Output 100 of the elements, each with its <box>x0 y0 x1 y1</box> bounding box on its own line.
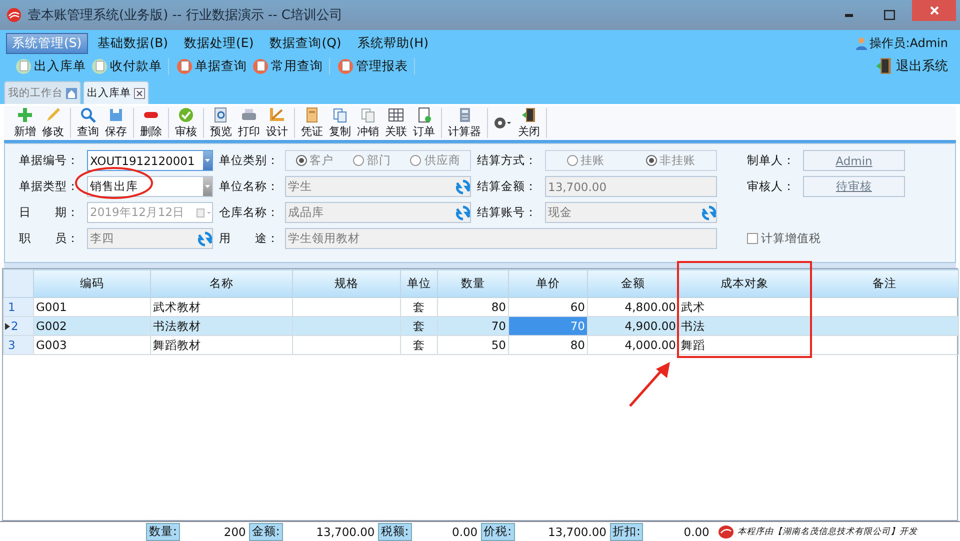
field-label: 单据编号： <box>19 152 80 169</box>
lookup-field[interactable]: 现金 <box>545 202 717 223</box>
field-label: 仓库名称： <box>219 204 279 221</box>
toolbar-button[interactable]: 保存 <box>105 107 127 139</box>
refresh-icon[interactable] <box>198 230 212 246</box>
toolbar-button[interactable]: 关联 <box>385 107 407 139</box>
column-header[interactable]: 数量 <box>438 270 508 298</box>
total-value: 200 <box>222 524 247 538</box>
row-number: 2 <box>4 316 34 336</box>
app-logo-icon <box>6 7 22 23</box>
field-label: 结算金额： <box>477 178 538 195</box>
toolbar-button[interactable]: 冲销 <box>357 107 379 139</box>
field-label: 单据类型： <box>19 178 80 195</box>
toolbar-button[interactable]: 打印 <box>238 107 260 139</box>
total-label: 税额: <box>378 522 412 540</box>
door-icon <box>875 57 893 75</box>
annotation-arrow <box>628 360 672 408</box>
calendar-icon <box>196 208 212 218</box>
exit-button[interactable]: 退出系统 <box>869 56 954 76</box>
refresh-icon[interactable] <box>456 204 470 220</box>
field-label: 结算方式： <box>477 152 538 169</box>
field-label: 单位类别： <box>219 152 279 169</box>
total-label: 价税: <box>480 522 514 540</box>
printer-icon <box>241 107 257 123</box>
field-label: 日 期： <box>19 204 80 221</box>
dropdown-field[interactable]: XOUT1912120001 <box>87 150 213 171</box>
toolbar-button[interactable]: 关闭 <box>518 107 540 139</box>
caret-icon <box>205 159 210 162</box>
toolbar-button[interactable]: 预览 <box>210 107 232 139</box>
total-value: 0.00 <box>451 524 479 538</box>
refresh-icon[interactable] <box>702 204 716 220</box>
pencil-icon <box>45 107 61 123</box>
document-icon <box>180 61 188 71</box>
lookup-field[interactable]: 李四 <box>87 228 213 249</box>
quick-button[interactable]: 常用查询 <box>253 58 323 74</box>
column-header[interactable]: 单位 <box>400 270 438 298</box>
toolbar-button[interactable]: 新增 <box>14 107 36 139</box>
toolbar-button[interactable]: 查询 <box>77 107 99 139</box>
column-header[interactable]: 名称 <box>150 270 292 298</box>
vat-checkbox[interactable]: 计算增值税 <box>747 228 905 249</box>
table-cell: 书法 <box>678 316 810 336</box>
quick-button[interactable]: 收付款单 <box>92 58 162 74</box>
text-field[interactable]: 学生领用教材 <box>285 228 717 249</box>
gear-icon <box>494 117 512 129</box>
door-icon <box>521 107 537 123</box>
tab[interactable]: 我的工作台 <box>4 81 81 104</box>
quick-button[interactable]: 管理报表 <box>338 58 408 74</box>
voucher-icon <box>304 107 320 123</box>
toolbar-button[interactable]: 复制 <box>329 107 351 139</box>
table-cell: 50 <box>438 336 508 354</box>
table-cell: 书法教材 <box>150 316 292 336</box>
menu-item[interactable]: 系统帮助(H) <box>351 32 434 54</box>
total-label: 金额: <box>248 522 283 540</box>
column-header[interactable]: 编码 <box>34 270 150 298</box>
text-field[interactable]: 13,700.00 <box>545 176 717 197</box>
close-icon <box>930 6 938 15</box>
table-cell: G003 <box>34 336 150 354</box>
column-header[interactable]: 单价 <box>508 270 588 298</box>
table-cell: 80 <box>508 336 588 354</box>
close-button[interactable] <box>912 0 956 21</box>
field-label: 制单人： <box>747 152 795 169</box>
toolbar-button[interactable]: 设计 <box>266 107 288 139</box>
field-label: 结算账号： <box>477 204 538 221</box>
current-row-icon <box>5 323 10 330</box>
tab[interactable]: 出入库单 <box>83 81 149 104</box>
dropdown-field[interactable]: 销售出库 <box>87 176 213 197</box>
column-header[interactable]: 成本对象 <box>678 270 810 298</box>
close-icon[interactable] <box>134 88 145 98</box>
toolbar-button[interactable]: 订单 <box>413 107 435 139</box>
lookup-field[interactable]: 成品库 <box>285 202 471 223</box>
quick-button[interactable]: 单据查询 <box>177 58 247 74</box>
lookup-field[interactable]: 学生 <box>285 176 471 197</box>
table-cell: 套 <box>400 336 438 354</box>
total-value: 13,700.00 <box>546 524 608 538</box>
menu-item[interactable]: 数据查询(Q) <box>264 32 348 54</box>
options-button[interactable] <box>494 117 512 129</box>
row-number: 3 <box>4 336 34 354</box>
column-header[interactable]: 金额 <box>588 270 678 298</box>
toolbar-button[interactable]: 计算器 <box>448 107 481 139</box>
table-cell: G002 <box>34 316 150 336</box>
menu-item[interactable]: 基础数据(B) <box>92 32 174 54</box>
column-header[interactable]: 备注 <box>810 270 958 298</box>
toolbar-button[interactable]: 凭证 <box>301 107 323 139</box>
quick-button[interactable]: 出入库单 <box>16 58 86 74</box>
table-cell: 70 <box>438 316 508 336</box>
home-icon[interactable] <box>66 88 77 98</box>
toolbar-button[interactable]: 审核 <box>175 107 197 139</box>
field-label: 单位名称： <box>219 178 279 195</box>
caret-icon <box>205 185 210 188</box>
toolbar-button[interactable]: 删除 <box>140 107 162 139</box>
refresh-icon[interactable] <box>456 178 470 194</box>
field-label: 审核人： <box>747 178 795 195</box>
total-value: 13,700.00 <box>315 524 376 538</box>
user-link[interactable]: 待审核 <box>803 176 905 197</box>
toolbar-button[interactable]: 修改 <box>42 107 64 139</box>
user-link[interactable]: Admin <box>803 150 905 171</box>
table-cell: 70 <box>508 316 588 336</box>
ruler-icon <box>269 107 285 123</box>
column-header[interactable]: 规格 <box>292 270 400 298</box>
menu-item[interactable]: 数据处理(E) <box>178 32 260 54</box>
